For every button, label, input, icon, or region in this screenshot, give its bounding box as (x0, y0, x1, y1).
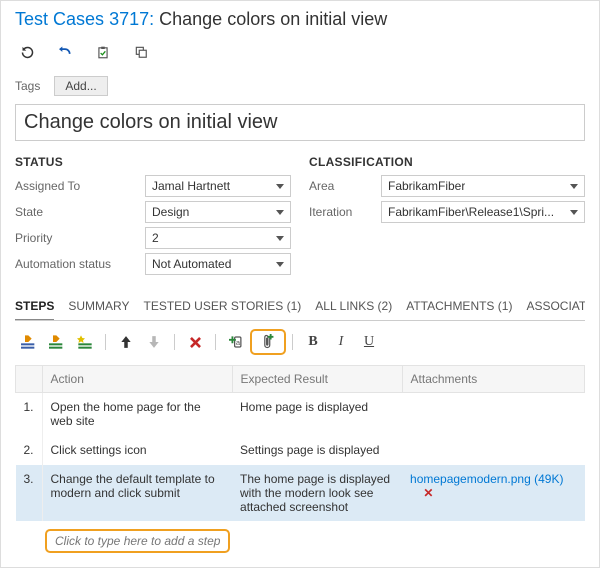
insert-step-icon[interactable] (15, 331, 43, 353)
undo-icon[interactable] (57, 44, 73, 60)
move-up-icon[interactable] (112, 331, 140, 353)
table-row[interactable]: 2. Click settings icon Settings page is … (16, 436, 585, 465)
step-attachments[interactable] (402, 436, 584, 465)
separator (292, 334, 293, 350)
steps-grid: Action Expected Result Attachments 1. Op… (15, 365, 585, 521)
move-down-icon (140, 331, 168, 353)
separator (105, 334, 106, 350)
separator (215, 334, 216, 350)
chevron-down-icon (276, 184, 284, 189)
work-item-title-static: Change colors on initial view (159, 9, 387, 29)
tab-attachments[interactable]: ATTACHMENTS (1) (406, 293, 512, 320)
attachment-link[interactable]: homepagemodern.png (49K) (410, 472, 563, 486)
add-tag-button[interactable]: Add... (54, 76, 107, 96)
classification-heading: CLASSIFICATION (309, 155, 585, 169)
step-expected[interactable]: The home page is displayed with the mode… (232, 465, 402, 522)
tab-summary[interactable]: SUMMARY (68, 293, 129, 320)
tags-row: Tags Add... (15, 76, 585, 96)
delete-step-icon[interactable] (181, 331, 209, 353)
col-number (16, 366, 43, 393)
insert-shared-step-icon[interactable] (43, 331, 71, 353)
priority-dropdown[interactable]: 2 (145, 227, 291, 249)
tags-label: Tags (15, 79, 40, 93)
clipboard-icon[interactable] (95, 44, 111, 60)
refresh-icon[interactable] (19, 44, 35, 60)
highlighted-attach-button (250, 329, 286, 355)
table-row[interactable]: 1. Open the home page for the web site H… (16, 393, 585, 436)
tab-all-links[interactable]: ALL LINKS (2) (315, 293, 392, 320)
copy-icon[interactable] (133, 44, 149, 60)
automation-status-dropdown[interactable]: Not Automated (145, 253, 291, 275)
step-attachments[interactable]: homepagemodern.png (49K) ✕ (402, 465, 584, 522)
col-expected[interactable]: Expected Result (232, 366, 402, 393)
step-action[interactable]: Change the default template to modern an… (42, 465, 232, 522)
form-toolbar (15, 40, 585, 70)
steps-toolbar: a B I U (15, 321, 585, 361)
underline-icon[interactable]: U (355, 331, 383, 353)
remove-attachment-icon[interactable]: ✕ (423, 486, 433, 500)
area-dropdown[interactable]: FabrikamFiber (381, 175, 585, 197)
status-section: STATUS Assigned To Jamal Hartnett State … (15, 155, 291, 279)
assigned-to-dropdown[interactable]: Jamal Hartnett (145, 175, 291, 197)
step-number: 3. (16, 465, 43, 522)
classification-section: CLASSIFICATION Area FabrikamFiber Iterat… (309, 155, 585, 279)
iteration-label: Iteration (309, 205, 381, 219)
insert-parameter-icon[interactable]: a (222, 331, 250, 353)
create-shared-steps-icon[interactable] (71, 331, 99, 353)
title-input[interactable] (15, 104, 585, 141)
tab-strip: STEPS SUMMARY TESTED USER STORIES (1) AL… (15, 293, 585, 321)
step-number: 2. (16, 436, 43, 465)
chevron-down-icon (276, 210, 284, 215)
step-expected[interactable]: Settings page is displayed (232, 436, 402, 465)
step-action[interactable]: Click settings icon (42, 436, 232, 465)
chevron-down-icon (570, 210, 578, 215)
col-attachments[interactable]: Attachments (402, 366, 584, 393)
col-action[interactable]: Action (42, 366, 232, 393)
tab-tested-stories[interactable]: TESTED USER STORIES (1) (143, 293, 301, 320)
area-label: Area (309, 179, 381, 193)
state-dropdown[interactable]: Design (145, 201, 291, 223)
add-attachment-icon[interactable] (254, 331, 282, 353)
chevron-down-icon (570, 184, 578, 189)
iteration-dropdown[interactable]: FabrikamFiber\Release1\Spri... (381, 201, 585, 223)
tab-steps[interactable]: STEPS (15, 293, 54, 321)
priority-label: Priority (15, 231, 145, 245)
step-action[interactable]: Open the home page for the web site (42, 393, 232, 436)
breadcrumb: Test Cases 3717: Change colors on initia… (15, 9, 585, 30)
step-expected[interactable]: Home page is displayed (232, 393, 402, 436)
svg-text:a: a (235, 338, 240, 347)
automation-status-label: Automation status (15, 257, 145, 271)
italic-icon[interactable]: I (327, 331, 355, 353)
separator (174, 334, 175, 350)
add-step-placeholder[interactable]: Click to type here to add a step (45, 529, 230, 553)
tab-associated-automation[interactable]: ASSOCIATED AUTOMAT... (526, 293, 585, 320)
step-number: 1. (16, 393, 43, 436)
status-heading: STATUS (15, 155, 291, 169)
chevron-down-icon (276, 262, 284, 267)
state-label: State (15, 205, 145, 219)
work-item-type-link[interactable]: Test Cases 3717 (15, 9, 149, 29)
bold-icon[interactable]: B (299, 331, 327, 353)
step-attachments[interactable] (402, 393, 584, 436)
work-item-form: Test Cases 3717: Change colors on initia… (0, 0, 600, 568)
chevron-down-icon (276, 236, 284, 241)
assigned-to-label: Assigned To (15, 179, 145, 193)
table-row[interactable]: 3. Change the default template to modern… (16, 465, 585, 522)
